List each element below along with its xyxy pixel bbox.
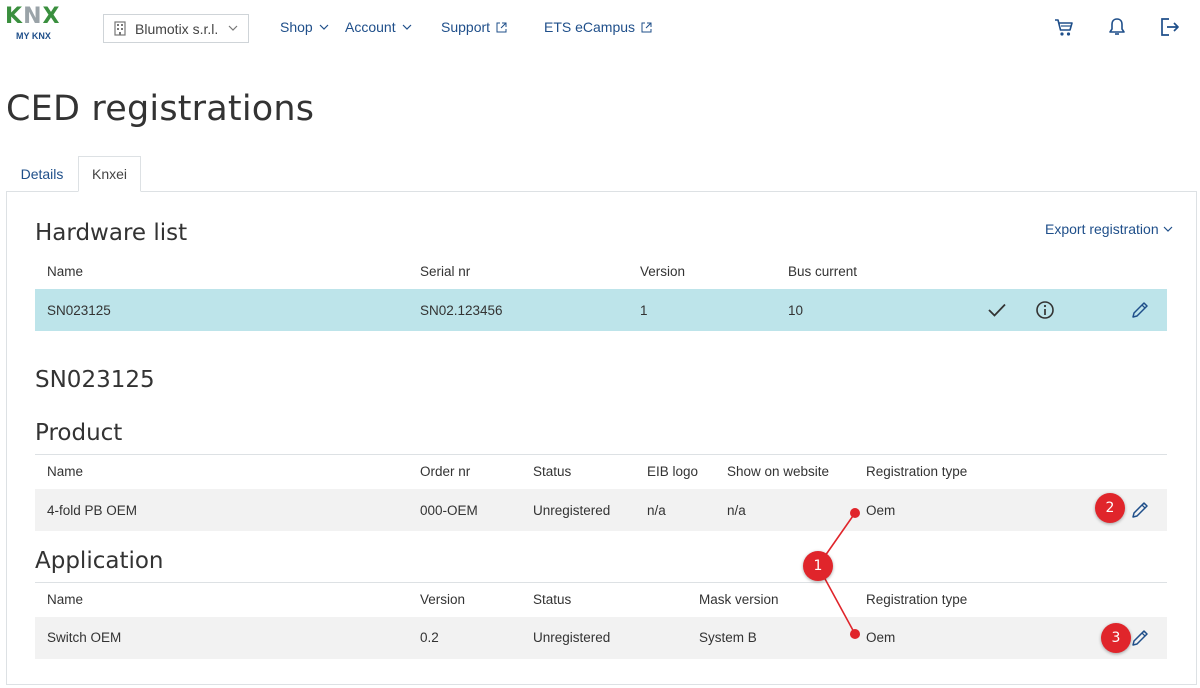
annotation-dot [850,629,860,639]
tab-knxei[interactable]: Knxei [78,156,141,192]
annotation-marker-2: 2 [1095,493,1125,523]
annotation-leader-lines [817,512,856,635]
annotation-dot [850,508,860,518]
annotation-marker-1: 1 [803,551,833,581]
annotation-marker-3: 3 [1101,623,1131,653]
